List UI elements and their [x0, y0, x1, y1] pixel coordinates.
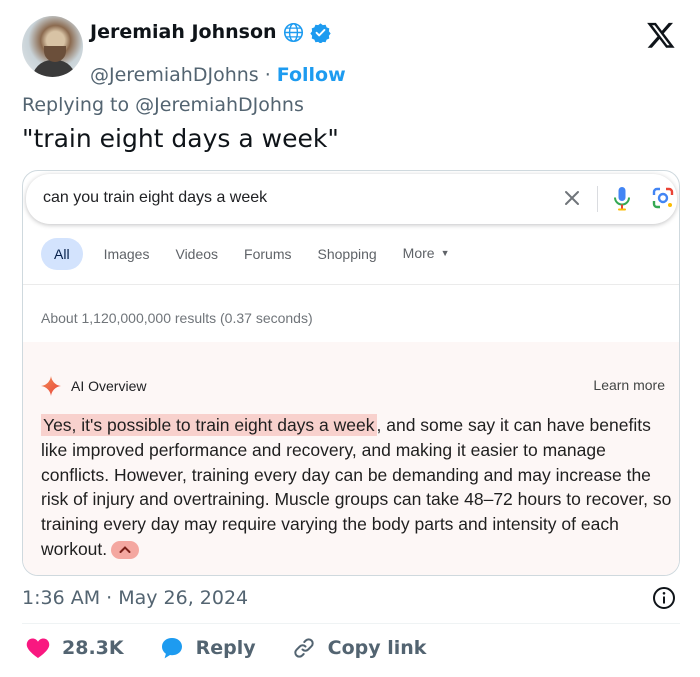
- lens-camera-icon[interactable]: [652, 187, 674, 209]
- search-box[interactable]: can you train eight days a week: [26, 174, 677, 224]
- ai-overview-highlight: Yes, it's possible to train eight days a…: [41, 414, 377, 436]
- author-name-row: Jeremiah Johnson: [90, 21, 331, 43]
- reply-button[interactable]: Reply: [160, 636, 256, 660]
- tab-more[interactable]: More ▼: [403, 237, 450, 271]
- search-divider: [597, 186, 598, 212]
- tweet-card: Jeremiah Johnson @JeremiahDJohns · Follo…: [0, 0, 700, 677]
- tab-images[interactable]: Images: [104, 238, 150, 270]
- tab-forums[interactable]: Forums: [244, 238, 291, 270]
- reply-bubble-icon: [161, 638, 182, 659]
- microphone-icon[interactable]: [613, 186, 631, 212]
- ai-overview-header: AI Overview: [41, 376, 146, 396]
- collapse-button[interactable]: [111, 541, 140, 560]
- separator-dot: ·: [264, 64, 271, 86]
- avatar[interactable]: [22, 16, 83, 77]
- replying-mention[interactable]: @JeremiahDJohns: [135, 94, 304, 116]
- tabs-divider: [23, 284, 679, 285]
- chevron-up-icon: [119, 546, 131, 554]
- tab-videos[interactable]: Videos: [175, 238, 218, 270]
- tab-more-label: More: [402, 245, 435, 261]
- like-button[interactable]: 28.3K: [26, 637, 124, 659]
- link-icon: [293, 638, 314, 658]
- caret-down-icon: ▼: [440, 248, 450, 258]
- like-count: 28.3K: [62, 637, 124, 659]
- ai-overview-label: AI Overview: [71, 378, 147, 394]
- follow-button[interactable]: Follow: [277, 64, 346, 86]
- results-count: About 1,120,000,000 results (0.37 second…: [41, 310, 313, 326]
- author-handle[interactable]: @JeremiahDJohns: [90, 64, 259, 86]
- close-icon[interactable]: [563, 189, 581, 207]
- heart-icon: [26, 638, 50, 658]
- ai-overview-body: , and some say it can have benefits like…: [41, 415, 672, 559]
- search-query[interactable]: can you train eight days a week: [43, 189, 267, 207]
- x-logo-icon[interactable]: [646, 20, 676, 50]
- actions-divider: [22, 623, 680, 624]
- globe-icon: [283, 22, 303, 42]
- learn-more-link[interactable]: Learn more: [593, 377, 665, 393]
- copy-link-label: Copy link: [327, 637, 427, 659]
- reply-label: Reply: [195, 637, 256, 659]
- attached-screenshot[interactable]: can you train eight days a week All Imag…: [22, 170, 680, 576]
- author-handle-row: @JeremiahDJohns · Follow: [90, 64, 346, 86]
- ai-overview-text: Yes, it's possible to train eight days a…: [41, 413, 673, 562]
- avatar-face: [44, 46, 66, 62]
- info-icon[interactable]: [652, 586, 676, 610]
- tweet-timestamp[interactable]: 1:36 AM · May 26, 2024: [22, 587, 248, 609]
- search-tabs: All Images Videos Forums Shopping More ▼: [41, 237, 476, 271]
- avatar-figure: [32, 60, 76, 77]
- tweet-actions: 28.3K Reply Copy link: [26, 636, 462, 660]
- tweet-header: Jeremiah Johnson @JeremiahDJohns · Follo…: [22, 16, 680, 86]
- replying-prefix: Replying to: [22, 94, 130, 116]
- author-name[interactable]: Jeremiah Johnson: [90, 21, 277, 43]
- sparkle-icon: [41, 376, 61, 396]
- tab-shopping[interactable]: Shopping: [318, 238, 377, 270]
- tweet-text: "train eight days a week": [22, 124, 339, 153]
- verified-badge-icon: [309, 22, 331, 43]
- replying-to: Replying to @JeremiahDJohns: [22, 94, 304, 116]
- tab-all[interactable]: All: [41, 238, 83, 270]
- copy-link-button[interactable]: Copy link: [292, 636, 427, 660]
